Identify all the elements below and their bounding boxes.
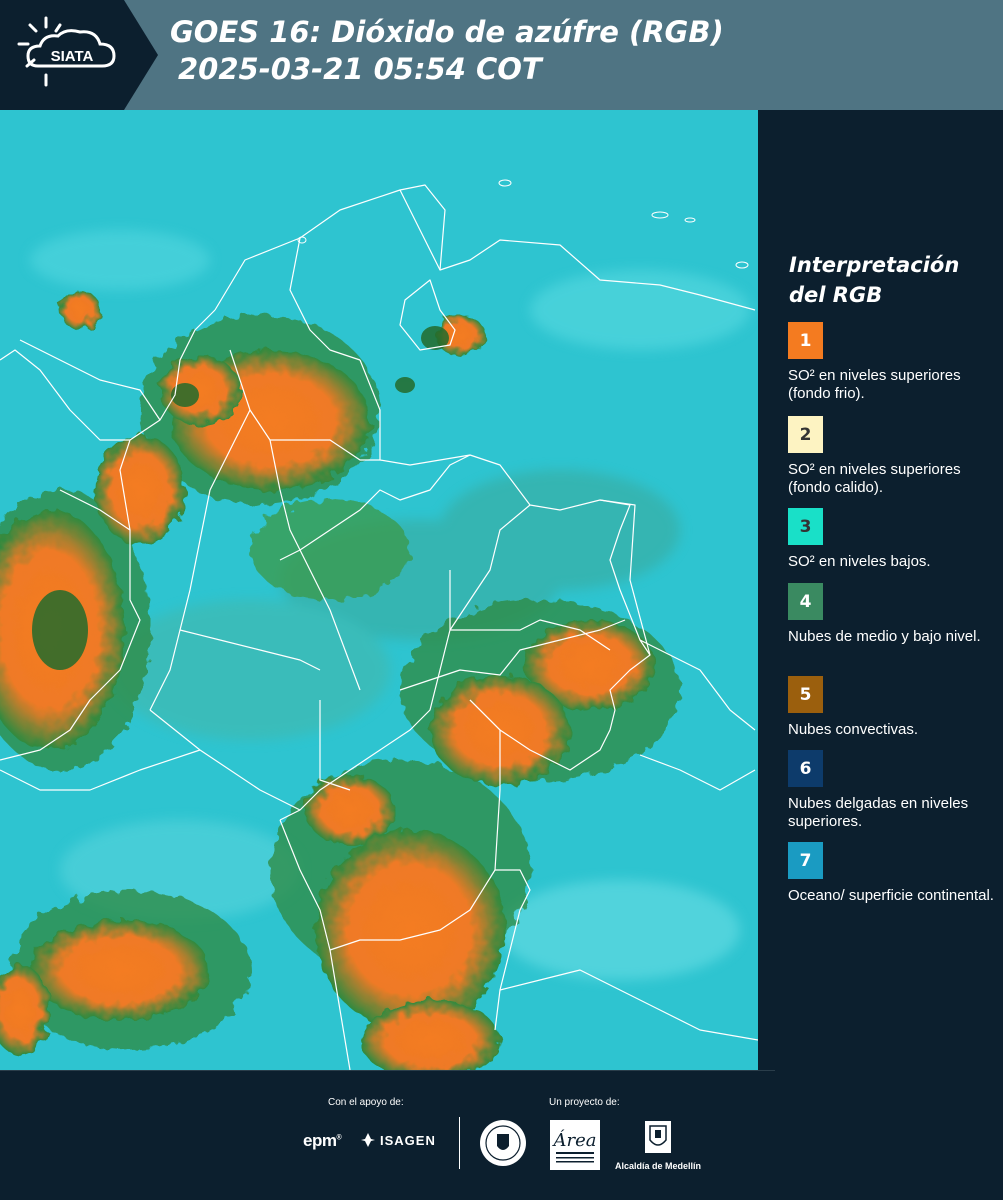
legend-item-3: 3 SO² en niveles bajos. — [788, 508, 998, 571]
legend-item-6: 6 Nubes delgadas en niveles superiores. — [788, 750, 998, 831]
legend-item-label: SO² en niveles superiores (fondo frio). — [788, 367, 961, 402]
logo-wordmark: SIATA — [51, 48, 94, 65]
legend-item-5: 5 Nubes convectivas. — [788, 676, 998, 739]
legend-item-2: 2 SO² en niveles superiores (fondo calid… — [788, 416, 998, 497]
alcaldia-medellin-logo: Alcaldía de Medellín — [612, 1120, 704, 1171]
legend-swatch: 4 — [788, 583, 823, 620]
legend-item-label: Nubes delgadas en niveles superiores. — [788, 795, 969, 830]
rgb-legend: Interpretación del RGB 1 SO² en niveles … — [760, 110, 1003, 1070]
legend-swatch: 5 — [788, 676, 823, 713]
legend-item-4: 4 Nubes de medio y bajo nivel. — [788, 583, 998, 646]
legend-swatch: 6 — [788, 750, 823, 787]
legend-title-line-1: Interpretación — [789, 253, 960, 277]
footer: Con el apoyo de: Un proyecto de: epm® IS… — [0, 1070, 1003, 1200]
legend-item-label: Nubes convectivas. — [788, 721, 919, 738]
legend-item-label: Nubes de medio y bajo nivel. — [788, 628, 981, 645]
footer-vertical-divider — [459, 1117, 460, 1169]
alcaldia-shield-icon — [645, 1121, 671, 1153]
isagen-icon — [361, 1133, 375, 1147]
isagen-logo: ISAGEN — [360, 1132, 436, 1148]
legend-item-7: 7 Oceano/ superficie continental. — [788, 842, 998, 905]
isagen-wordmark: ISAGEN — [380, 1132, 436, 1148]
footer-divider-line — [0, 1070, 775, 1071]
support-label: Con el apoyo de: — [328, 1097, 404, 1108]
legend-title-line-2: del RGB — [789, 283, 883, 307]
title-line-2: 2025-03-21 05:54 COT — [178, 52, 542, 86]
svg-text:Área: Área — [552, 1128, 597, 1151]
area-metropolitana-logo: Área — [550, 1120, 600, 1170]
medellin-seal-icon — [478, 1118, 528, 1173]
legend-item-label: SO² en niveles superiores (fondo calido)… — [788, 461, 961, 496]
legend-item-label: Oceano/ superficie continental. — [788, 887, 994, 904]
legend-swatch: 2 — [788, 416, 823, 453]
epm-wordmark: epm — [303, 1131, 337, 1150]
legend-swatch: 1 — [788, 322, 823, 359]
header-bar: SIATA GOES 16: Dióxido de azúfre (RGB) 2… — [0, 0, 1003, 110]
project-label: Un proyecto de: — [549, 1097, 620, 1108]
siata-logo: SIATA — [0, 0, 160, 110]
alcaldia-label: Alcaldía de Medellín — [614, 1161, 702, 1171]
title-line-1: GOES 16: Dióxido de azúfre (RGB) — [170, 15, 724, 49]
legend-title: Interpretación del RGB — [789, 250, 959, 310]
legend-swatch: 3 — [788, 508, 823, 545]
satellite-map[interactable] — [0, 110, 758, 1070]
legend-swatch: 7 — [788, 842, 823, 879]
page-title: GOES 16: Dióxido de azúfre (RGB) 2025-03… — [170, 14, 724, 88]
legend-item-label: SO² en niveles bajos. — [788, 553, 931, 570]
legend-item-1: 1 SO² en niveles superiores (fondo frio)… — [788, 322, 998, 403]
epm-logo: epm® — [303, 1131, 342, 1150]
